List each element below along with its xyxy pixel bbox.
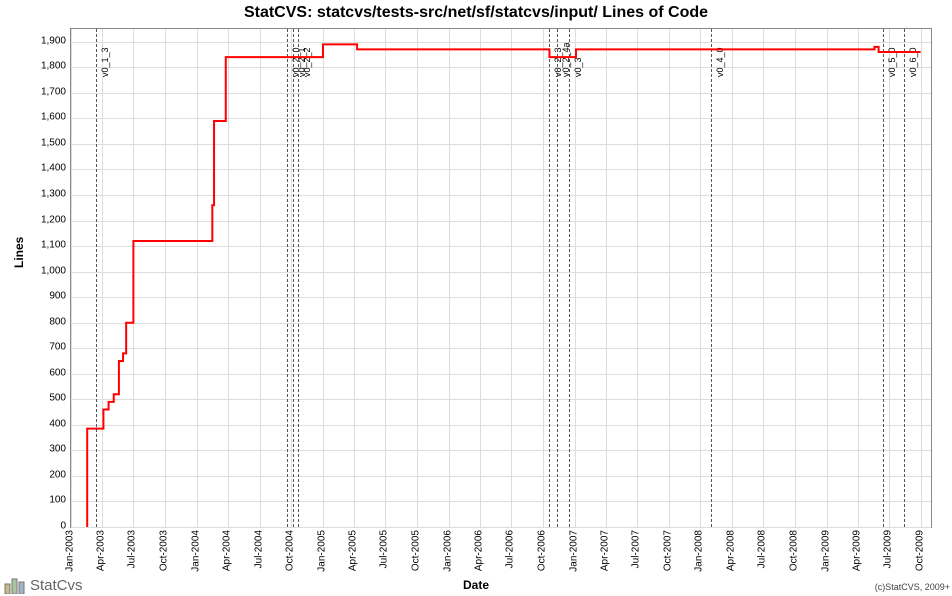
copyright-text: (c)StatCVS, 2009+ bbox=[875, 582, 950, 592]
y-tick-label: 0 bbox=[26, 521, 66, 532]
y-tick-label: 1,800 bbox=[26, 61, 66, 72]
x-tick-label: Oct-2007 bbox=[662, 530, 673, 571]
bars-icon bbox=[4, 576, 28, 594]
x-tick-label: Jul-2004 bbox=[253, 530, 264, 568]
y-tick-label: 1,400 bbox=[26, 163, 66, 174]
y-tick-label: 1,000 bbox=[26, 265, 66, 276]
gridline-y bbox=[71, 527, 931, 528]
chart-title: StatCVS: statcvs/tests-src/net/sf/statcv… bbox=[0, 4, 952, 22]
y-tick-label: 1,600 bbox=[26, 112, 66, 123]
y-tick-label: 300 bbox=[26, 444, 66, 455]
x-tick-label: Jan-2006 bbox=[442, 530, 453, 572]
y-tick-label: 900 bbox=[26, 291, 66, 302]
x-tick-label: Apr-2008 bbox=[725, 530, 736, 571]
y-tick-label: 500 bbox=[26, 393, 66, 404]
x-tick-label: Oct-2004 bbox=[285, 530, 296, 571]
x-tick-label: Jan-2009 bbox=[820, 530, 831, 572]
x-tick-label: Apr-2005 bbox=[347, 530, 358, 571]
x-tick-label: Jul-2006 bbox=[505, 530, 516, 568]
y-tick-label: 1,100 bbox=[26, 240, 66, 251]
x-tick-label: Oct-2005 bbox=[411, 530, 422, 571]
series-line bbox=[71, 29, 931, 527]
chart-frame: StatCVS: statcvs/tests-src/net/sf/statcv… bbox=[0, 0, 952, 596]
y-tick-label: 600 bbox=[26, 367, 66, 378]
footer-logo: StatCvs bbox=[0, 574, 87, 596]
x-tick-label: Jan-2004 bbox=[190, 530, 201, 572]
x-tick-label: Jul-2008 bbox=[757, 530, 768, 568]
y-tick-label: 1,300 bbox=[26, 189, 66, 200]
plot-area: v0_1_3v0_2_0v0_2_1v0_2_2v0_2_3v0_2_4av0_… bbox=[70, 28, 932, 528]
x-tick-label: Apr-2004 bbox=[222, 530, 233, 571]
x-tick-label: Jul-2007 bbox=[630, 530, 641, 568]
y-tick-label: 400 bbox=[26, 418, 66, 429]
x-tick-label: Jan-2003 bbox=[65, 530, 76, 572]
x-tick-label: Oct-2009 bbox=[914, 530, 925, 571]
footer-logo-text: StatCvs bbox=[30, 577, 83, 594]
x-tick-label: Oct-2008 bbox=[788, 530, 799, 571]
x-tick-label: Apr-2007 bbox=[599, 530, 610, 571]
x-tick-label: Jul-2003 bbox=[127, 530, 138, 568]
x-tick-label: Jan-2008 bbox=[694, 530, 705, 572]
y-tick-label: 1,700 bbox=[26, 86, 66, 97]
y-tick-label: 700 bbox=[26, 342, 66, 353]
y-tick-label: 1,900 bbox=[26, 35, 66, 46]
x-tick-label: Jan-2005 bbox=[316, 530, 327, 572]
y-tick-label: 800 bbox=[26, 316, 66, 327]
x-tick-label: Apr-2009 bbox=[851, 530, 862, 571]
y-tick-label: 1,500 bbox=[26, 137, 66, 148]
y-tick-label: 1,200 bbox=[26, 214, 66, 225]
x-tick-label: Apr-2006 bbox=[473, 530, 484, 571]
x-tick-label: Jan-2007 bbox=[568, 530, 579, 572]
x-tick-label: Jul-2005 bbox=[379, 530, 390, 568]
x-tick-label: Oct-2006 bbox=[536, 530, 547, 571]
y-tick-label: 200 bbox=[26, 469, 66, 480]
x-tick-label: Jul-2009 bbox=[882, 530, 893, 568]
y-axis-label: Lines bbox=[12, 237, 26, 268]
x-tick-label: Apr-2003 bbox=[96, 530, 107, 571]
x-tick-label: Oct-2003 bbox=[159, 530, 170, 571]
x-axis-label: Date bbox=[0, 578, 952, 592]
y-tick-label: 100 bbox=[26, 495, 66, 506]
